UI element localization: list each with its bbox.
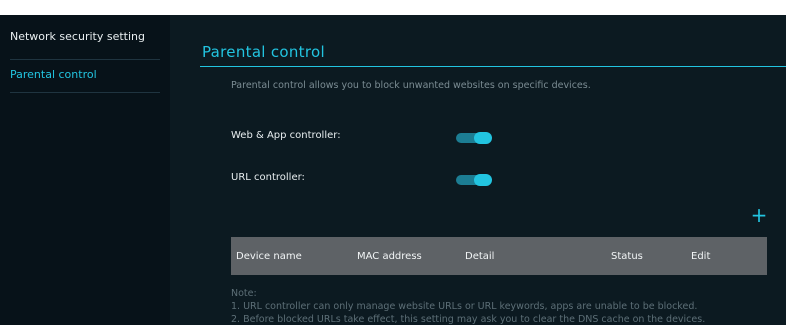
column-header-device-name: Device name — [236, 251, 302, 262]
note-line: 1. URL controller can only manage websit… — [231, 301, 698, 312]
plus-icon: + — [750, 203, 768, 227]
column-header-detail: Detail — [465, 251, 495, 262]
toggle-knob — [474, 174, 492, 186]
title-underline — [200, 66, 786, 67]
web-app-controller-label: Web & App controller: — [231, 130, 341, 141]
sidebar-divider — [10, 59, 160, 60]
page-description: Parental control allows you to block unw… — [231, 80, 591, 91]
device-table-header: Device name MAC address Detail Status Ed… — [231, 237, 767, 275]
column-header-mac-address: MAC address — [357, 251, 422, 262]
toggle-knob — [474, 132, 492, 144]
note-section: Note: 1. URL controller can only manage … — [231, 287, 771, 325]
url-controller-toggle[interactable] — [456, 174, 492, 186]
top-blank-bar — [0, 0, 786, 15]
web-app-controller-toggle[interactable] — [456, 132, 492, 144]
note-heading: Note: — [231, 288, 257, 299]
sidebar-item-parental-control[interactable]: Parental control — [10, 69, 160, 80]
sidebar-item-label: Parental control — [10, 68, 97, 81]
sidebar-item-network-security[interactable]: Network security setting — [10, 31, 160, 42]
column-header-edit: Edit — [691, 251, 711, 262]
add-device-button[interactable]: + — [750, 203, 768, 227]
page-title: Parental control — [202, 43, 325, 61]
app-window: Network security setting Parental contro… — [0, 15, 786, 325]
note-line: 2. Before blocked URLs take effect, this… — [231, 314, 706, 325]
url-controller-label: URL controller: — [231, 172, 305, 183]
main-content: Parental control Parental control allows… — [170, 15, 786, 325]
sidebar-divider — [10, 92, 160, 93]
sidebar-item-label: Network security setting — [10, 30, 145, 43]
sidebar: Network security setting Parental contro… — [0, 15, 170, 325]
column-header-status: Status — [611, 251, 643, 262]
